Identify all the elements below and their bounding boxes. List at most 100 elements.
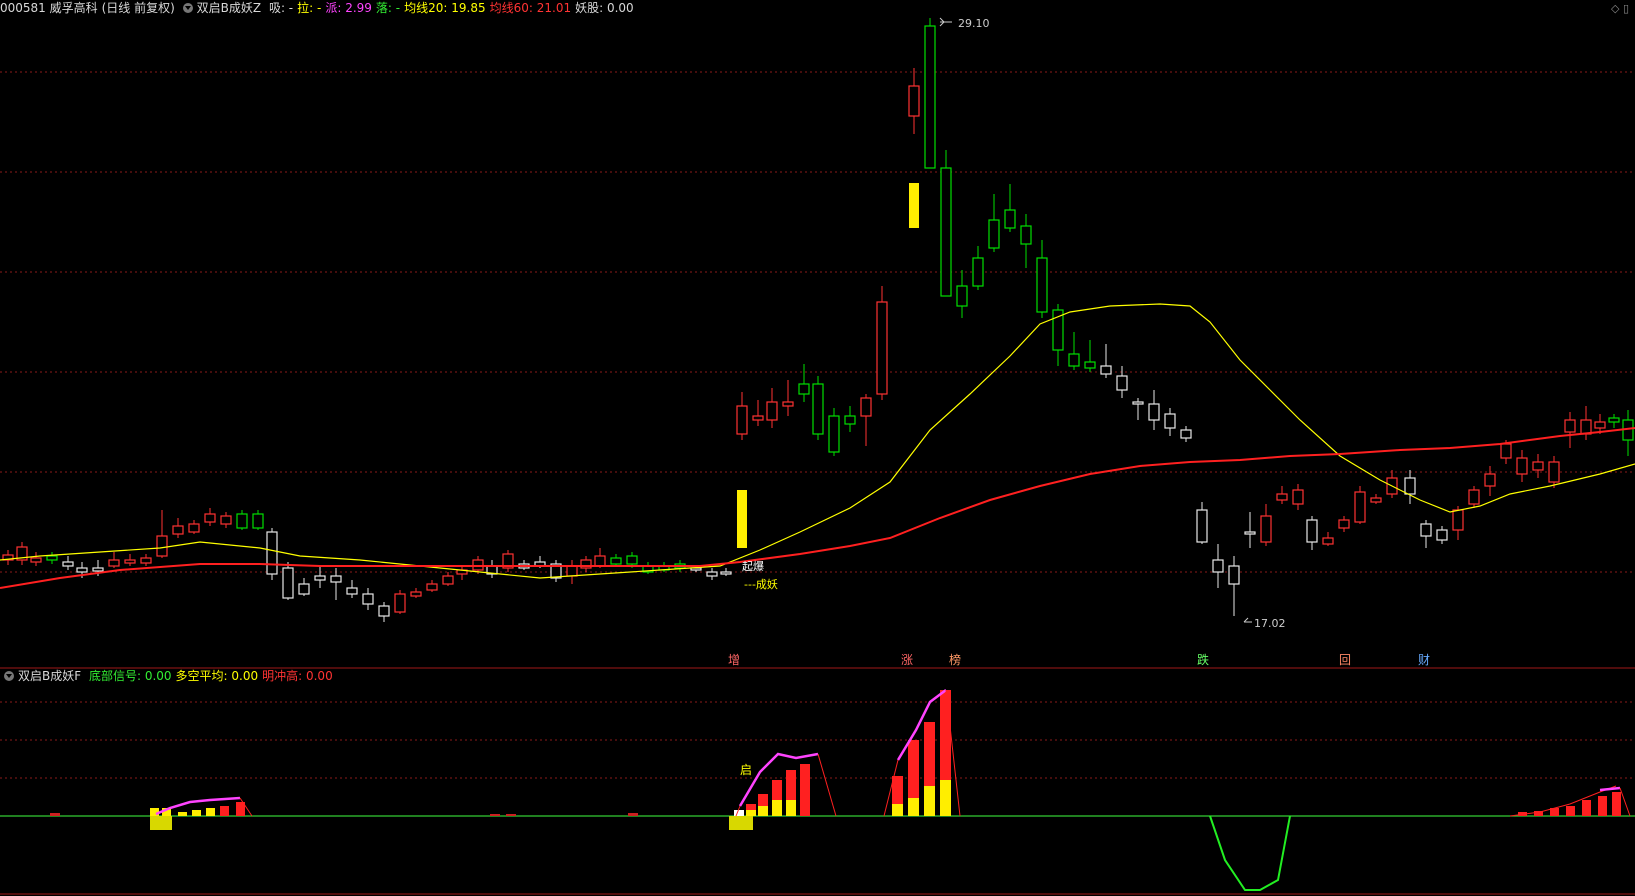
candlestick-chart[interactable]: 29.10 17.02 起爆 ---成妖增 涨 榜 跌 回 财启: [0, 0, 1635, 896]
signal-bar: [909, 183, 919, 228]
candle-body: [1132, 401, 1144, 405]
candle-body: [1468, 489, 1480, 505]
candle-body: [1276, 493, 1288, 501]
candle-body: [1452, 509, 1464, 531]
candle-body: [1020, 225, 1032, 245]
candle-body: [1580, 419, 1592, 435]
candle-body: [956, 285, 968, 307]
candle-body: [1260, 515, 1272, 543]
histogram-bar: [892, 804, 903, 816]
candle-body: [1436, 529, 1448, 541]
histogram-bar: [908, 798, 919, 816]
candle-body: [92, 567, 104, 572]
histogram-bar: [490, 814, 500, 816]
candle-body: [1228, 565, 1240, 585]
histogram-bar: [220, 806, 229, 816]
candle-body: [1036, 257, 1048, 313]
candle-body: [610, 557, 622, 565]
candle-body: [1084, 361, 1096, 369]
candle-body: [1292, 489, 1304, 505]
trend-line: [896, 689, 947, 761]
candle-body: [782, 401, 794, 407]
become-label: ---成妖: [744, 577, 778, 591]
histogram-bar: [50, 813, 60, 816]
candle-body: [940, 167, 952, 297]
bottom-signal-curve: [1209, 815, 1291, 891]
candle-body: [566, 565, 578, 577]
candle-body: [1068, 353, 1080, 367]
histogram-bar: [786, 800, 796, 816]
candle-body: [394, 593, 406, 613]
candle-body: [108, 559, 120, 567]
candle-body: [140, 557, 152, 564]
candle-body: [860, 397, 872, 417]
candle-body: [752, 415, 764, 421]
candle-body: [188, 523, 200, 533]
explode-label: 起爆: [742, 559, 764, 573]
low-price-label: 17.02: [1254, 617, 1286, 630]
candle-body: [908, 85, 920, 117]
histogram-bar: [924, 786, 935, 816]
candle-body: [1532, 461, 1544, 471]
histogram-bar: [628, 813, 638, 816]
ma20-line: [0, 303, 1635, 579]
histogram-bar: [1566, 806, 1575, 816]
candle-body: [330, 575, 342, 583]
candle-body: [282, 567, 294, 599]
trend-line: [1619, 787, 1631, 817]
ma60-line: [0, 427, 1635, 589]
candle-body: [828, 415, 840, 453]
histogram-bar: [178, 812, 187, 816]
candle-body: [124, 559, 136, 564]
candle-body: [30, 557, 42, 563]
candle-body: [426, 583, 438, 591]
histogram-bar: [206, 808, 215, 816]
histogram-bar: [746, 810, 756, 816]
trend-line: [817, 753, 837, 817]
candle-body: [1338, 519, 1350, 529]
histogram-bar: [1612, 792, 1621, 816]
histogram-bar: [192, 810, 201, 816]
candle-body: [1404, 477, 1416, 495]
candle-body: [1484, 473, 1496, 487]
signal-marker: 财: [1418, 653, 1430, 667]
candle-body: [1004, 209, 1016, 229]
candle-body: [1370, 497, 1382, 503]
candle-body: [594, 555, 606, 567]
candle-body: [1516, 457, 1528, 475]
candle-body: [76, 567, 88, 573]
candle-body: [362, 593, 374, 605]
candle-body: [62, 561, 74, 567]
candle-body: [1306, 519, 1318, 543]
histogram-bar: [1582, 800, 1591, 816]
candle-body: [220, 515, 232, 525]
candle-body: [1164, 413, 1176, 429]
signal-bar: [737, 490, 747, 548]
candle-body: [1116, 375, 1128, 391]
candle-body: [298, 583, 310, 595]
candle-body: [988, 219, 1000, 249]
candle-body: [378, 605, 390, 617]
candle-body: [236, 513, 248, 529]
candle-body: [844, 415, 856, 425]
histogram-bar: [1598, 796, 1607, 816]
candle-body: [798, 383, 810, 395]
candle-body: [1500, 443, 1512, 459]
candle-body: [1100, 365, 1112, 375]
histogram-bar: [800, 764, 810, 816]
signal-marker: 增: [728, 653, 740, 667]
histogram-bar: [772, 800, 782, 816]
candle-body: [1564, 419, 1576, 433]
candle-body: [812, 383, 824, 435]
candle-body: [442, 575, 454, 585]
candle-body: [252, 513, 264, 529]
signal-marker: 回: [1339, 653, 1351, 667]
histogram-bar: [734, 810, 744, 816]
signal-marker: 榜: [949, 652, 961, 667]
candle-body: [346, 587, 358, 595]
candle-body: [1354, 491, 1366, 523]
histogram-bar: [150, 816, 172, 830]
candle-body: [876, 301, 888, 395]
candle-body: [46, 555, 58, 561]
trend-line: [1599, 786, 1621, 792]
